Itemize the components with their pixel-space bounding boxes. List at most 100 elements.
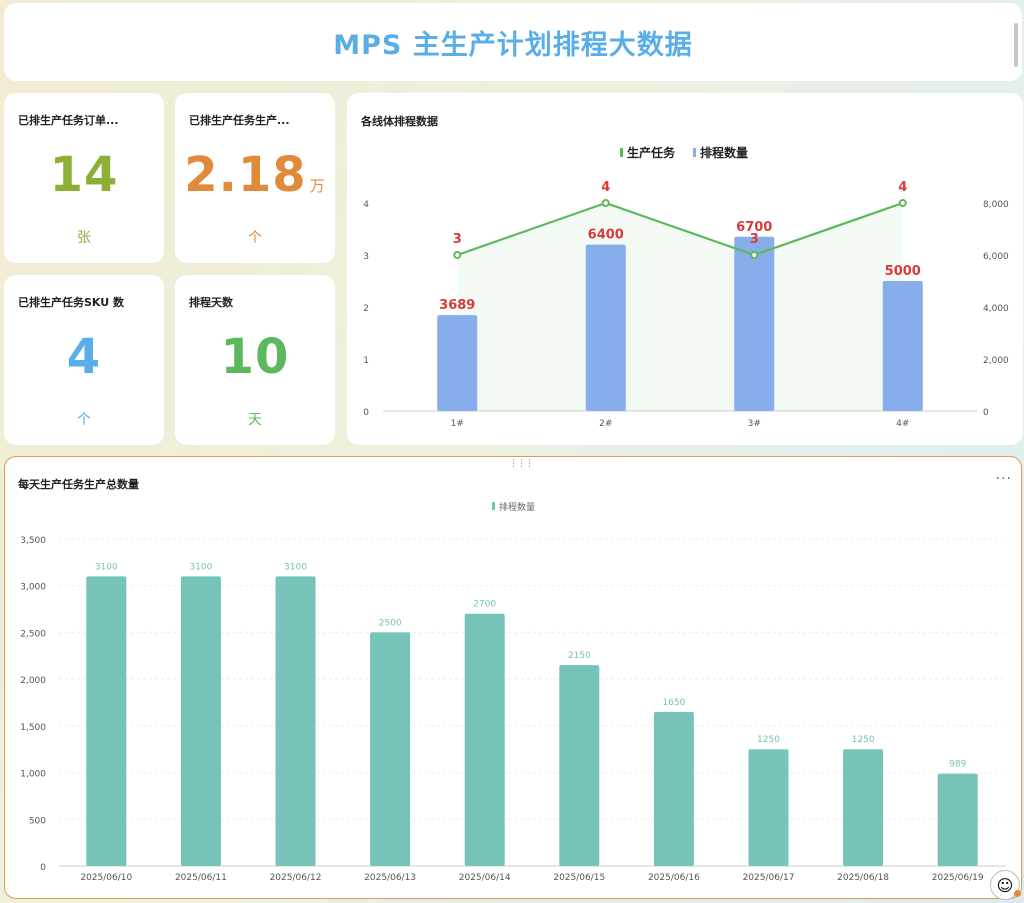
combo-chart: 生产任务 排程数量 0 1 2 3 4 0 2,000 4,000 6,000 8,000 3689 64… — [363, 145, 1009, 429]
bar — [370, 632, 411, 866]
legend-swatch — [492, 502, 495, 510]
kpi-unit: 天 — [248, 412, 262, 428]
kpi-unit: 张 — [77, 230, 91, 246]
bar-value-label: 2500 — [379, 618, 402, 628]
x-tick-label: 2025/06/11 — [175, 873, 227, 883]
bar — [585, 244, 626, 411]
bar-value-label: 1250 — [852, 735, 875, 745]
legend-swatch — [693, 148, 696, 157]
line-point — [898, 199, 907, 207]
kpi-card-quantity: 已排生产任务生产... 2.18 万 个 — [175, 93, 335, 263]
bar — [464, 613, 505, 866]
bar-value-label: 2700 — [473, 600, 496, 610]
kpi-label: 已排生产任务订单... — [18, 114, 119, 127]
page-title: MPS 主生产计划排程大数据 — [333, 29, 693, 61]
bar — [275, 576, 316, 866]
scrollbar-thumb[interactable] — [1014, 23, 1018, 67]
x-tick-label: 1# — [451, 419, 464, 429]
bar — [748, 749, 789, 866]
bar — [843, 749, 884, 866]
line-point — [750, 251, 759, 259]
y-tick-label: 3,000 — [20, 583, 46, 593]
x-tick-label: 2025/06/12 — [270, 873, 322, 883]
x-tick-label: 2025/06/19 — [932, 873, 984, 883]
x-tick-label: 4# — [896, 419, 909, 429]
x-tick-label: 3# — [748, 419, 761, 429]
bar — [882, 281, 923, 411]
kpi-value: 2.18 万 — [184, 147, 326, 203]
bar-value-label: 1650 — [662, 698, 685, 708]
bar-value-label: 6400 — [588, 228, 624, 243]
x-tick-label: 2025/06/16 — [648, 873, 700, 883]
kpi-label: 排程天数 — [189, 296, 233, 309]
y-right-tick-label: 0 — [983, 408, 989, 418]
y-right-tick-label: 8,000 — [983, 200, 1009, 210]
bar — [559, 665, 600, 866]
bar-value-label: 3100 — [95, 562, 118, 572]
y-tick-label: 2,000 — [20, 676, 46, 686]
bar — [734, 236, 775, 411]
line-value-label: 3 — [750, 232, 759, 247]
y-left-tick-label: 4 — [363, 200, 369, 210]
bar-value-label: 989 — [949, 760, 966, 770]
y-tick-label: 500 — [29, 816, 46, 826]
kpi-value: 14 — [49, 147, 119, 203]
bar — [437, 315, 478, 411]
y-right-tick-label: 6,000 — [983, 252, 1009, 262]
legend-swatch — [620, 148, 623, 157]
notification-dot — [1014, 890, 1021, 897]
y-tick-label: 3,500 — [20, 536, 46, 546]
y-left-tick-label: 2 — [363, 304, 369, 314]
kpi-unit: 个 — [248, 230, 262, 246]
bar-value-label: 1250 — [757, 735, 780, 745]
bar-value-label: 3100 — [189, 562, 212, 572]
line-value-label: 3 — [453, 232, 462, 247]
bar — [180, 576, 221, 866]
kpi-card-sku: 已排生产任务SKU 数 4 个 — [4, 275, 164, 445]
bar-value-label: 2150 — [568, 651, 591, 661]
x-tick-label: 2025/06/15 — [553, 873, 605, 883]
y-tick-label: 1,000 — [20, 770, 46, 780]
line-value-label: 4 — [601, 180, 610, 195]
kpi-suffix: 万 — [309, 177, 326, 195]
kpi-label: 已排生产任务SKU 数 — [18, 296, 125, 309]
bar — [86, 576, 127, 866]
x-tick-label: 2025/06/17 — [743, 873, 795, 883]
kpi-card-orders: 已排生产任务订单... 14 张 — [4, 93, 164, 263]
bar-value-label: 3689 — [439, 298, 475, 313]
y-left-tick-label: 0 — [363, 408, 369, 418]
y-tick-label: 0 — [40, 863, 46, 873]
header-card: MPS 主生产计划排程大数据 — [4, 3, 1022, 81]
x-tick-label: 2025/06/18 — [837, 873, 889, 883]
x-tick-label: 2025/06/10 — [80, 873, 132, 883]
daily-bar-chart: 排程数量 0 500 1,000 1,500 2,000 2,500 3,000 3,500 31… — [20, 501, 1005, 883]
line-value-label: 4 — [898, 180, 907, 195]
x-tick-label: 2025/06/13 — [364, 873, 416, 883]
y-right-tick-label: 2,000 — [983, 356, 1009, 366]
line-chart-card: 各线体排程数据 生产任务 排程数量 0 1 2 3 4 0 2,000 4,000 6,000 8,0… — [347, 93, 1023, 445]
kpi-label: 已排生产任务生产... — [189, 114, 290, 127]
line-point — [453, 251, 462, 259]
y-tick-label: 1,500 — [20, 723, 46, 733]
assistant-icon[interactable]: ☺ — [990, 870, 1021, 900]
kpi-card-days: 排程天数 10 天 — [175, 275, 335, 445]
legend-label: 排程数量 — [499, 501, 535, 513]
legend-label: 排程数量 — [700, 145, 748, 160]
bar — [653, 711, 694, 866]
kpi-value: 10 — [220, 329, 290, 385]
x-tick-label: 2# — [599, 419, 612, 429]
y-right-tick-label: 4,000 — [983, 304, 1009, 314]
bar-value-label: 5000 — [885, 264, 921, 279]
legend-label: 生产任务 — [627, 145, 676, 160]
daily-chart-card: ⋮⋮⋮ 每天生产任务生产总数量 ··· 排程数量 0 500 1,000 1,500 2,… — [4, 456, 1022, 899]
bar — [937, 773, 978, 866]
kpi-value: 4 — [66, 329, 102, 385]
y-tick-label: 2,500 — [20, 629, 46, 639]
line-area — [457, 203, 903, 411]
line-point — [601, 199, 610, 207]
y-left-tick-label: 3 — [363, 252, 369, 262]
bar-value-label: 3100 — [284, 562, 307, 572]
x-tick-label: 2025/06/14 — [459, 873, 511, 883]
y-left-tick-label: 1 — [363, 356, 369, 366]
kpi-unit: 个 — [77, 412, 91, 428]
